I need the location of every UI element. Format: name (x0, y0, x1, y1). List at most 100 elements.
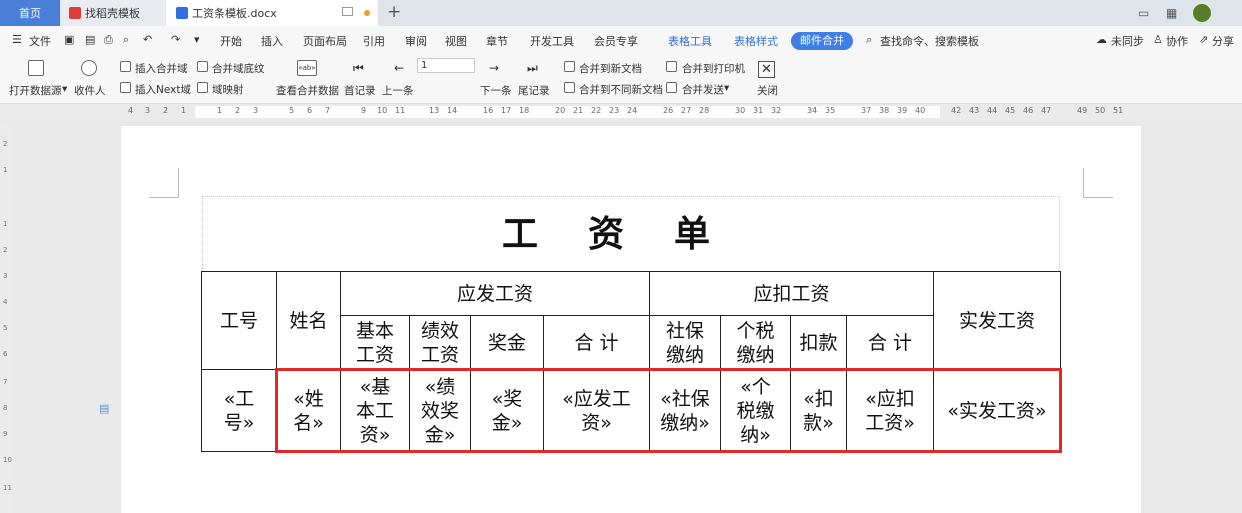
ruler-label: 20 (555, 106, 566, 115)
search-icon[interactable]: ⌕ (866, 33, 872, 47)
paragraph-layout-icon[interactable]: ▤ (99, 402, 109, 415)
prev-arrow-icon[interactable]: ← (394, 61, 404, 75)
insert-next-field-button[interactable]: 插入Next域 (135, 82, 191, 97)
field-net[interactable]: «实发工资» (933, 369, 1061, 452)
open-data-source-button[interactable]: 打开数据源 (9, 83, 62, 98)
header-gross[interactable]: 应发工资 (340, 271, 650, 316)
merge-send-chevron-icon[interactable]: ▾ (724, 82, 729, 94)
header-social[interactable]: 社保缴纳 (649, 315, 721, 370)
vruler-label: 10 (3, 456, 12, 464)
tab-document[interactable]: 工资条模板.docx (166, 0, 378, 26)
tab-mail-merge[interactable]: 邮件合并 (791, 32, 853, 50)
header-gross-total[interactable]: 合 计 (543, 315, 650, 370)
field-deduct[interactable]: «应扣工资» (846, 369, 934, 452)
recipients-button[interactable]: 收件人 (74, 83, 106, 98)
menu-table-tools[interactable]: 表格工具 (668, 33, 712, 49)
recipients-icon[interactable] (81, 60, 97, 76)
menu-member[interactable]: 会员专享 (594, 33, 638, 49)
merge-new-doc-icon (564, 61, 575, 72)
chevron-down-icon[interactable]: ▾ (194, 33, 200, 46)
grid-apps-icon[interactable]: ▦ (1166, 6, 1177, 20)
field-name[interactable]: «姓名» (276, 369, 341, 452)
field-social[interactable]: «社保缴纳» (649, 369, 721, 452)
print-preview-icon[interactable]: ⌕ (123, 33, 129, 47)
vertical-ruler[interactable]: 2 1 1 2 3 4 5 6 7 8 9 10 11 (0, 124, 14, 513)
header-cut[interactable]: 扣款 (790, 315, 847, 370)
prev-record-button[interactable]: 上一条 (382, 83, 414, 98)
view-merged-data-button[interactable]: 查看合并数据 (276, 83, 339, 98)
header-name[interactable]: 姓名 (276, 271, 341, 370)
close-mail-merge-button[interactable]: 关闭 (757, 83, 778, 98)
merge-to-new-doc-button[interactable]: 合并到新文档 (579, 61, 642, 76)
share-button[interactable]: 分享 (1212, 33, 1234, 49)
ruler-label: 18 (519, 106, 530, 115)
field-basic[interactable]: «基本工资» (340, 369, 410, 452)
header-deduct[interactable]: 应扣工资 (649, 271, 934, 316)
ruler-label: 10 (377, 106, 388, 115)
menu-start[interactable]: 开始 (220, 33, 242, 49)
field-bonus[interactable]: «奖金» (470, 369, 544, 452)
monitor-icon[interactable] (342, 7, 353, 16)
insert-merge-field-button[interactable]: 插入合并域 (135, 61, 188, 76)
cloud-icon[interactable]: ☁ (1096, 33, 1107, 46)
field-performance[interactable]: «绩效奖金» (409, 369, 471, 452)
redo-icon[interactable]: ↷ (171, 33, 180, 46)
menu-insert[interactable]: 插入 (261, 33, 283, 49)
export-pdf-icon[interactable]: ▤ (85, 33, 95, 46)
merge-field-shading-button[interactable]: 合并域底纹 (212, 61, 265, 76)
last-record-button[interactable]: 尾记录 (518, 83, 550, 98)
field-id[interactable]: «工号» (201, 369, 277, 452)
avatar[interactable] (1192, 3, 1212, 23)
field-cut[interactable]: «扣款» (790, 369, 847, 452)
field-tax[interactable]: «个税缴纳» (720, 369, 791, 452)
header-basic[interactable]: 基本工资 (340, 315, 410, 370)
merge-to-printer-button[interactable]: 合并到打印机 (682, 61, 745, 76)
last-record-icon[interactable]: ⏭ (527, 61, 538, 76)
menu-chapter[interactable]: 章节 (486, 33, 508, 49)
unsync-label[interactable]: 未同步 (1111, 33, 1144, 49)
command-search[interactable]: 查找命令、搜索模板 (880, 33, 979, 49)
data-source-icon[interactable] (28, 60, 44, 76)
menu-developer[interactable]: 开发工具 (530, 33, 574, 49)
close-icon[interactable]: ✕ (758, 61, 775, 78)
page-view-icon[interactable]: ▭ (1138, 6, 1149, 20)
undo-icon[interactable]: ↶ (143, 33, 152, 46)
horizontal-ruler[interactable]: 4 3 2 1 1 2 3 5 6 7 9 10 11 13 14 16 17 … (0, 104, 1242, 120)
tab-home[interactable]: 首页 (0, 0, 60, 26)
menu-table-style[interactable]: 表格样式 (734, 33, 778, 49)
header-tax[interactable]: 个税缴纳 (720, 315, 791, 370)
collab-icon[interactable]: ♙ (1153, 33, 1163, 46)
field-mapping-button[interactable]: 域映射 (212, 82, 244, 97)
header-deduct-total[interactable]: 合 计 (846, 315, 934, 370)
header-net[interactable]: 实发工资 (933, 271, 1061, 370)
merge-to-different-docs-button[interactable]: 合并到不同新文档 (579, 82, 663, 97)
merge-send-button[interactable]: 合并发送 (682, 82, 724, 97)
menu-file[interactable]: 文件 (29, 33, 51, 49)
abc-view-icon[interactable]: «ab» (297, 60, 317, 76)
ruler-label: 43 (969, 106, 980, 115)
first-record-button[interactable]: 首记录 (344, 83, 376, 98)
menu-review[interactable]: 审阅 (405, 33, 427, 49)
tab-template-store[interactable]: 找稻壳模板 (61, 0, 165, 26)
new-tab-icon[interactable]: + (387, 2, 401, 22)
open-source-chevron-icon[interactable]: ▾ (62, 83, 67, 95)
record-number-input[interactable]: 1 (417, 58, 475, 73)
header-id[interactable]: 工号 (201, 271, 277, 370)
hamburger-icon[interactable]: ☰ (12, 33, 22, 46)
field-gross[interactable]: «应发工资» (543, 369, 650, 452)
document-title[interactable]: 工资单 (202, 196, 1060, 271)
next-record-button[interactable]: 下一条 (480, 83, 512, 98)
print-icon[interactable]: ⎙ (104, 33, 113, 47)
share-icon[interactable]: ⇗ (1199, 33, 1208, 46)
salary-table[interactable]: 工号 姓名 应发工资 应扣工资 实发工资 基本工资 绩效工资 奖金 合 计 社保… (201, 271, 1061, 452)
header-bonus[interactable]: 奖金 (470, 315, 544, 370)
collab-button[interactable]: 协作 (1166, 33, 1188, 49)
menu-view[interactable]: 视图 (445, 33, 467, 49)
next-arrow-icon[interactable]: → (489, 61, 499, 75)
first-record-icon[interactable]: ⏮ (353, 61, 364, 76)
save-icon[interactable]: ▣ (64, 33, 74, 46)
field-map-icon (197, 82, 208, 93)
menu-page-layout[interactable]: 页面布局 (303, 33, 347, 49)
header-performance[interactable]: 绩效工资 (409, 315, 471, 370)
menu-references[interactable]: 引用 (363, 33, 385, 49)
